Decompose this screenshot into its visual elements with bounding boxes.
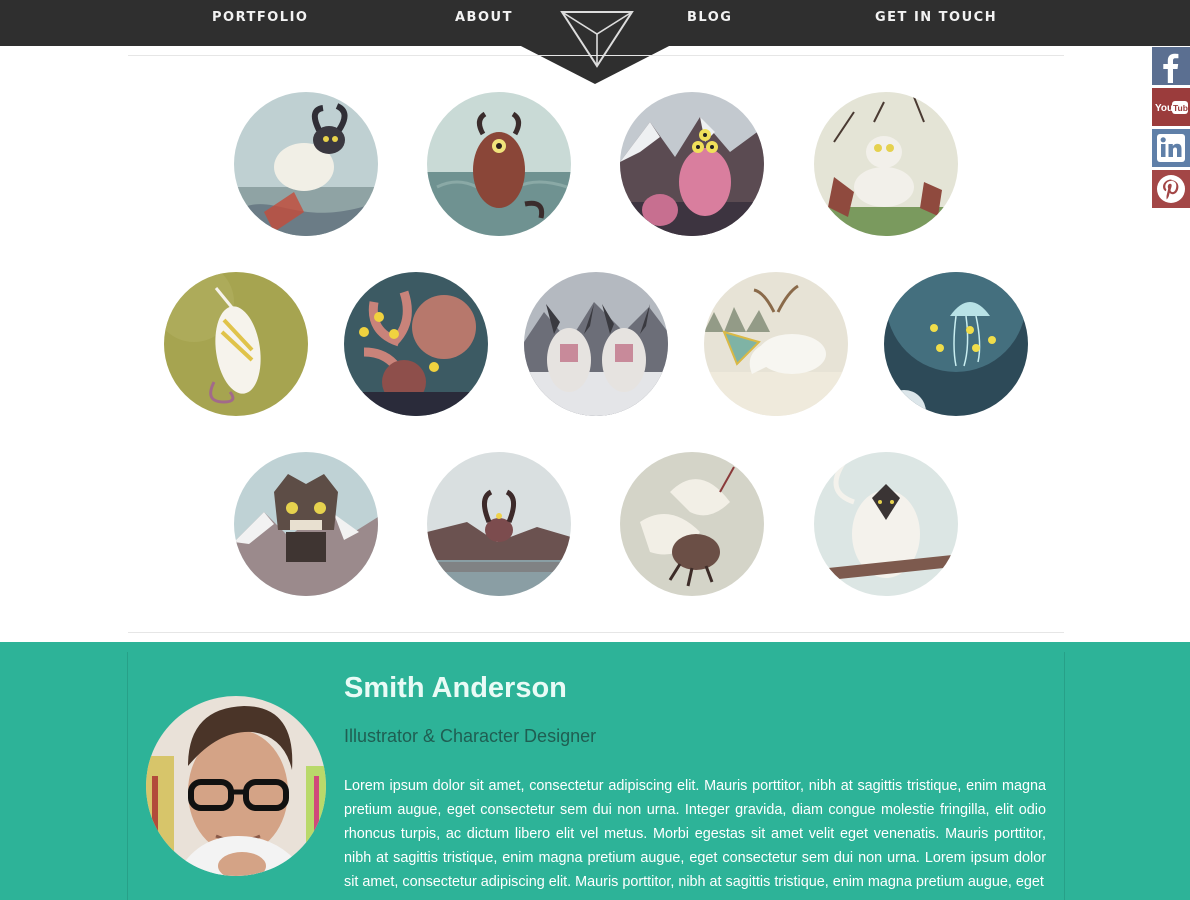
gallery-item-brown-monster[interactable] bbox=[427, 92, 571, 236]
gallery-item-sheep-monster[interactable] bbox=[234, 92, 378, 236]
youtube-icon: You Tube bbox=[1152, 101, 1190, 130]
gallery-item-pink-monster[interactable] bbox=[620, 92, 764, 236]
triangle-logo-icon[interactable] bbox=[559, 9, 635, 74]
top-divider bbox=[128, 55, 1064, 56]
linkedin-icon bbox=[1152, 134, 1190, 171]
social-sidebar: You Tube bbox=[1152, 47, 1190, 211]
linkedin-link[interactable] bbox=[1152, 129, 1190, 167]
profile-role: Illustrator & Character Designer bbox=[344, 726, 597, 746]
gallery-item-bird-monster[interactable] bbox=[620, 452, 764, 596]
pinterest-link[interactable] bbox=[1152, 170, 1190, 208]
gallery-item-octopus-monster[interactable] bbox=[344, 272, 488, 416]
svg-text:You: You bbox=[1155, 103, 1173, 114]
gallery-item-yeti-pair[interactable] bbox=[524, 272, 668, 416]
gallery-item-jellyfish[interactable] bbox=[884, 272, 1028, 416]
facebook-link[interactable] bbox=[1152, 47, 1190, 85]
nav-get-in-touch[interactable]: GET IN TOUCH bbox=[875, 10, 997, 25]
avatar bbox=[146, 696, 326, 876]
profile-left-divider bbox=[127, 652, 128, 900]
nav-about[interactable]: ABOUT bbox=[455, 10, 513, 25]
svg-text:Tube: Tube bbox=[1173, 103, 1190, 113]
gallery-item-yeti-on-branch[interactable] bbox=[814, 452, 958, 596]
profile-bio: Lorem ipsum dolor sit amet, consectetur … bbox=[344, 778, 1046, 890]
nav-blog[interactable]: BLOG bbox=[687, 10, 732, 25]
pinterest-icon bbox=[1152, 175, 1190, 212]
youtube-link[interactable]: You Tube bbox=[1152, 88, 1190, 126]
profile-section: Smith Anderson Illustrator & Character D… bbox=[0, 642, 1190, 900]
profile-right-divider bbox=[1064, 652, 1065, 900]
gallery-item-tiki-monster[interactable] bbox=[234, 452, 378, 596]
gallery-item-lake-monster[interactable] bbox=[427, 452, 571, 596]
gallery-item-deer-monster[interactable] bbox=[704, 272, 848, 416]
profile-name: Smith Anderson bbox=[344, 672, 567, 704]
bottom-divider bbox=[128, 632, 1064, 633]
gallery-item-puppet-monster[interactable] bbox=[814, 92, 958, 236]
gallery-item-unicorn-monster[interactable] bbox=[164, 272, 308, 416]
facebook-icon bbox=[1152, 53, 1190, 89]
nav-portfolio[interactable]: PORTFOLIO bbox=[212, 10, 308, 25]
